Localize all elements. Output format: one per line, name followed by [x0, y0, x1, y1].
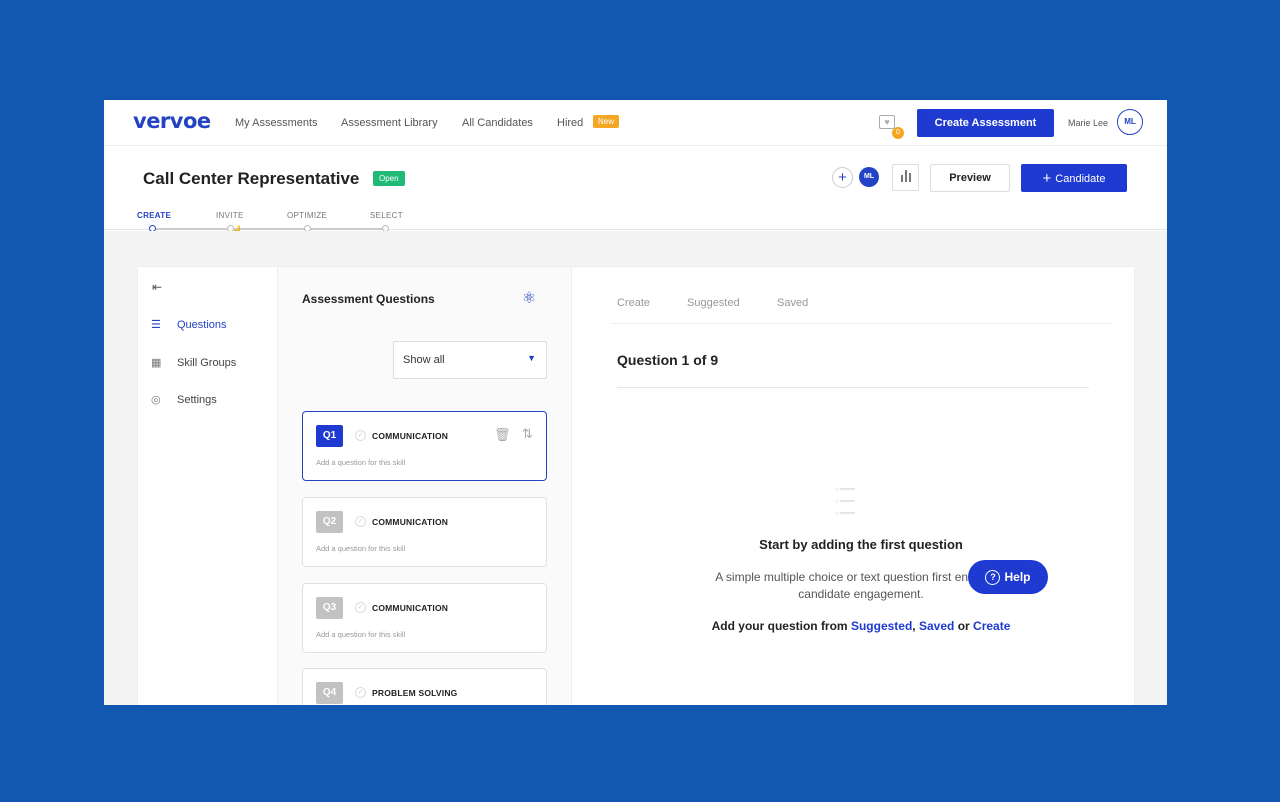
nav-my-assessments[interactable]: My Assessments: [235, 117, 318, 129]
add-candidate-label: Candidate: [1055, 173, 1106, 185]
heading-divider: [617, 387, 1089, 388]
user-name[interactable]: Marie Lee: [1068, 118, 1108, 128]
check-icon: ✓: [355, 516, 366, 527]
question-card-3[interactable]: Q3 ✓ COMMUNICATION Add a question for th…: [302, 583, 547, 653]
question-skill: COMMUNICATION: [372, 517, 449, 527]
question-card-1[interactable]: Q1 ✓ COMMUNICATION Add a question for th…: [302, 411, 547, 481]
question-card-2[interactable]: Q2 ✓ COMMUNICATION Add a question for th…: [302, 497, 547, 567]
question-mark-icon: ?: [985, 570, 1001, 585]
plus-icon: +: [1042, 170, 1052, 187]
tab-suggested[interactable]: Suggested: [687, 297, 740, 309]
question-number: Q1: [316, 425, 343, 447]
status-badge: Open: [373, 171, 405, 186]
tabs-divider: [611, 323, 1111, 324]
list-icon: ☰: [151, 319, 161, 331]
nav-assessment-library[interactable]: Assessment Library: [341, 117, 438, 129]
question-number: Q3: [316, 597, 343, 619]
nav-hired[interactable]: Hired: [557, 117, 583, 129]
user-avatar[interactable]: ML: [1117, 109, 1143, 135]
question-hint: Add a question for this skill: [316, 630, 406, 639]
link-suggested[interactable]: Suggested: [851, 619, 912, 633]
question-hint: Add a question for this skill: [316, 544, 406, 553]
chevron-down-icon: ▼: [527, 353, 536, 363]
add-candidate-button[interactable]: + Candidate: [1021, 164, 1127, 192]
sidebar-item-settings[interactable]: ◎ Settings: [151, 393, 217, 406]
link-saved[interactable]: Saved: [919, 619, 954, 633]
page-title: Call Center Representative: [143, 169, 360, 188]
step-invite[interactable]: INVITE: [216, 211, 244, 220]
help-button[interactable]: ? Help: [968, 560, 1048, 594]
cta-or: or: [957, 619, 970, 633]
add-collaborator-button[interactable]: +: [832, 167, 853, 188]
empty-state-title: Start by adding the first question: [759, 537, 963, 552]
create-assessment-button[interactable]: Create Assessment: [917, 109, 1054, 137]
app-window: vervoe My Assessments Assessment Library…: [104, 100, 1167, 705]
question-filter-select[interactable]: Show all ▼: [393, 341, 547, 379]
analytics-button[interactable]: [892, 164, 919, 191]
collaborator-avatar[interactable]: ML: [859, 167, 879, 187]
question-card-4[interactable]: Q4 ✓ PROBLEM SOLVING: [302, 668, 547, 705]
sidebar-item-label: Settings: [177, 394, 217, 406]
check-icon: ✓: [355, 430, 366, 441]
help-label: Help: [1004, 570, 1031, 584]
question-number: Q4: [316, 682, 343, 704]
assessment-header: Call Center Representative Open + ML Pre…: [104, 147, 1167, 239]
question-skill: COMMUNICATION: [372, 603, 449, 613]
content-area: ⇤ ☰ Questions ▦ Skill Groups ◎ Settings Ass…: [104, 231, 1167, 705]
builder-sidebar: ⇤ ☰ Questions ▦ Skill Groups ◎ Settings: [138, 267, 278, 705]
top-navigation: vervoe My Assessments Assessment Library…: [104, 100, 1167, 146]
builder-panel: ⇤ ☰ Questions ▦ Skill Groups ◎ Settings Ass…: [137, 266, 1135, 705]
tab-create[interactable]: Create: [617, 297, 650, 309]
favorites-count-badge: 0: [892, 127, 904, 139]
step-select[interactable]: SELECT: [370, 211, 403, 220]
tab-saved[interactable]: Saved: [777, 297, 808, 309]
link-create[interactable]: Create: [973, 619, 1010, 633]
gear-icon: ◎: [151, 394, 161, 406]
drag-handle-icon[interactable]: ⇅: [522, 426, 533, 442]
question-heading: Question 1 of 9: [617, 352, 719, 368]
new-badge: New: [593, 115, 620, 128]
preview-button[interactable]: Preview: [930, 164, 1010, 192]
questions-column: Assessment Questions ⚛ Show all ▼ Q1 ✓ C…: [278, 267, 572, 705]
favorites-icon[interactable]: ♥: [879, 115, 895, 129]
sidebar-item-skill-groups[interactable]: ▦ Skill Groups: [151, 356, 236, 369]
question-skill: PROBLEM SOLVING: [372, 688, 458, 698]
question-hint: Add a question for this skill: [316, 458, 406, 467]
check-icon: ✓: [355, 602, 366, 613]
filter-value: Show all: [403, 354, 445, 366]
vervoe-logo[interactable]: vervoe: [133, 109, 211, 133]
collapse-sidebar-icon[interactable]: ⇤: [152, 280, 162, 294]
sidebar-item-questions[interactable]: ☰ Questions: [151, 318, 227, 331]
questions-title: Assessment Questions: [302, 292, 435, 306]
empty-list-icon: ○ ━━━━ ○ ━━━━ ○ ━━━━: [835, 487, 855, 517]
cta-prefix: Add your question from: [711, 619, 848, 633]
question-number: Q2: [316, 511, 343, 533]
step-create[interactable]: CREATE: [137, 211, 171, 220]
trash-icon[interactable]: 🗑: [494, 427, 511, 443]
atom-icon[interactable]: ⚛: [522, 288, 536, 308]
sidebar-item-label: Skill Groups: [177, 357, 237, 369]
empty-state-cta: Add your question from Suggested, Saved …: [711, 619, 1011, 633]
step-optimize[interactable]: OPTIMIZE: [287, 211, 327, 220]
nav-all-candidates[interactable]: All Candidates: [462, 117, 533, 129]
progress-track: [152, 228, 385, 230]
grid-icon: ▦: [151, 357, 162, 369]
question-skill: COMMUNICATION: [372, 431, 449, 441]
sidebar-item-label: Questions: [177, 319, 227, 331]
check-icon: ✓: [355, 687, 366, 698]
